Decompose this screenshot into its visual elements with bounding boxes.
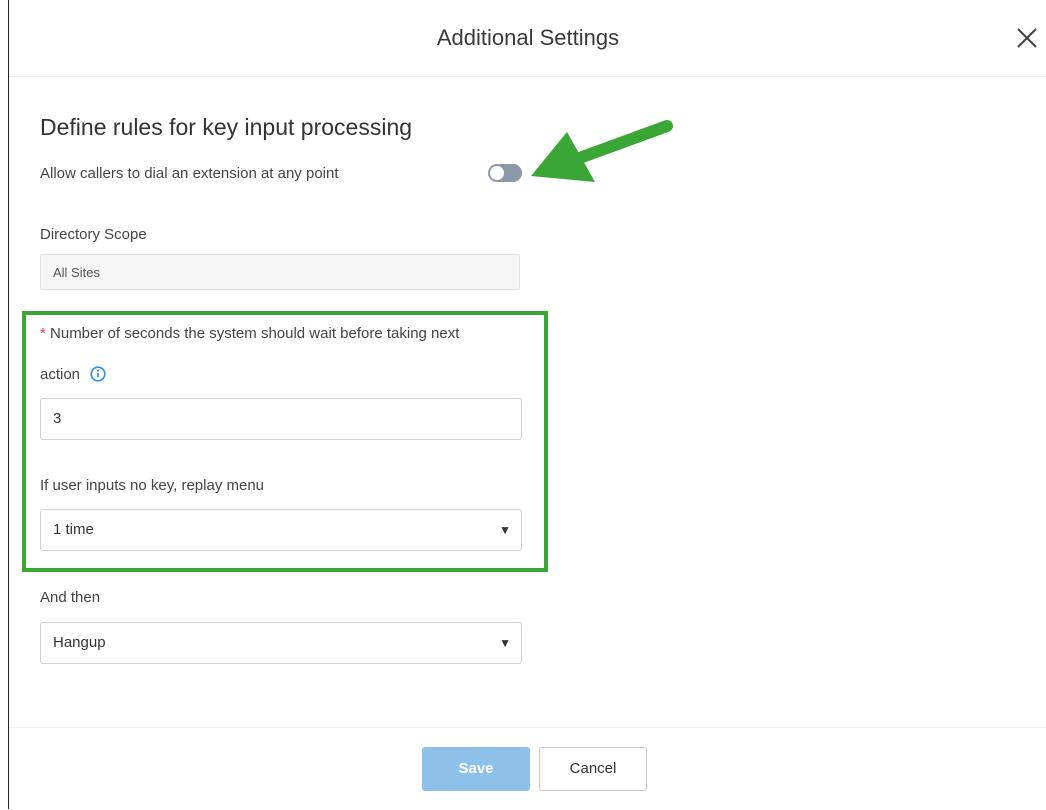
wait-seconds-label-text: Number of seconds the system should wait… [50, 325, 460, 342]
directory-scope-field: All Sites [40, 254, 520, 290]
save-button[interactable]: Save [422, 747, 530, 791]
directory-scope-label: Directory Scope [40, 226, 147, 243]
replay-menu-value: 1 time [53, 521, 94, 538]
replay-menu-label: If user inputs no key, replay menu [40, 477, 265, 494]
dialog-footer: Save Cancel [9, 727, 1046, 810]
replay-menu-select[interactable]: 1 time ▼ [40, 509, 522, 551]
additional-settings-dialog: Additional Settings Define rules for key… [8, 0, 1046, 809]
wait-seconds-label-line1: * Number of seconds the system should wa… [40, 325, 459, 342]
dialog-title: Additional Settings [436, 25, 620, 50]
caret-down-icon: ▼ [499, 523, 511, 537]
close-icon[interactable] [1013, 24, 1041, 52]
dial-extension-toggle[interactable] [488, 164, 522, 182]
and-then-label: And then [40, 589, 101, 606]
green-arrow-icon [531, 120, 673, 182]
cancel-button[interactable]: Cancel [539, 747, 647, 791]
dial-extension-label: Allow callers to dial an extension at an… [40, 165, 339, 182]
wait-seconds-label-line2: action [40, 366, 106, 383]
caret-down-icon: ▼ [499, 636, 511, 650]
wait-seconds-input[interactable]: 3 [40, 398, 522, 440]
and-then-select[interactable]: Hangup ▼ [40, 622, 522, 664]
required-asterisk: * [40, 325, 46, 342]
info-icon[interactable] [90, 366, 106, 382]
dialog-header: Additional Settings [9, 0, 1046, 77]
wait-seconds-label-action: action [40, 366, 81, 383]
and-then-value: Hangup [53, 634, 106, 651]
section-title: Define rules for key input processing [40, 114, 413, 140]
toggle-knob [490, 166, 504, 180]
